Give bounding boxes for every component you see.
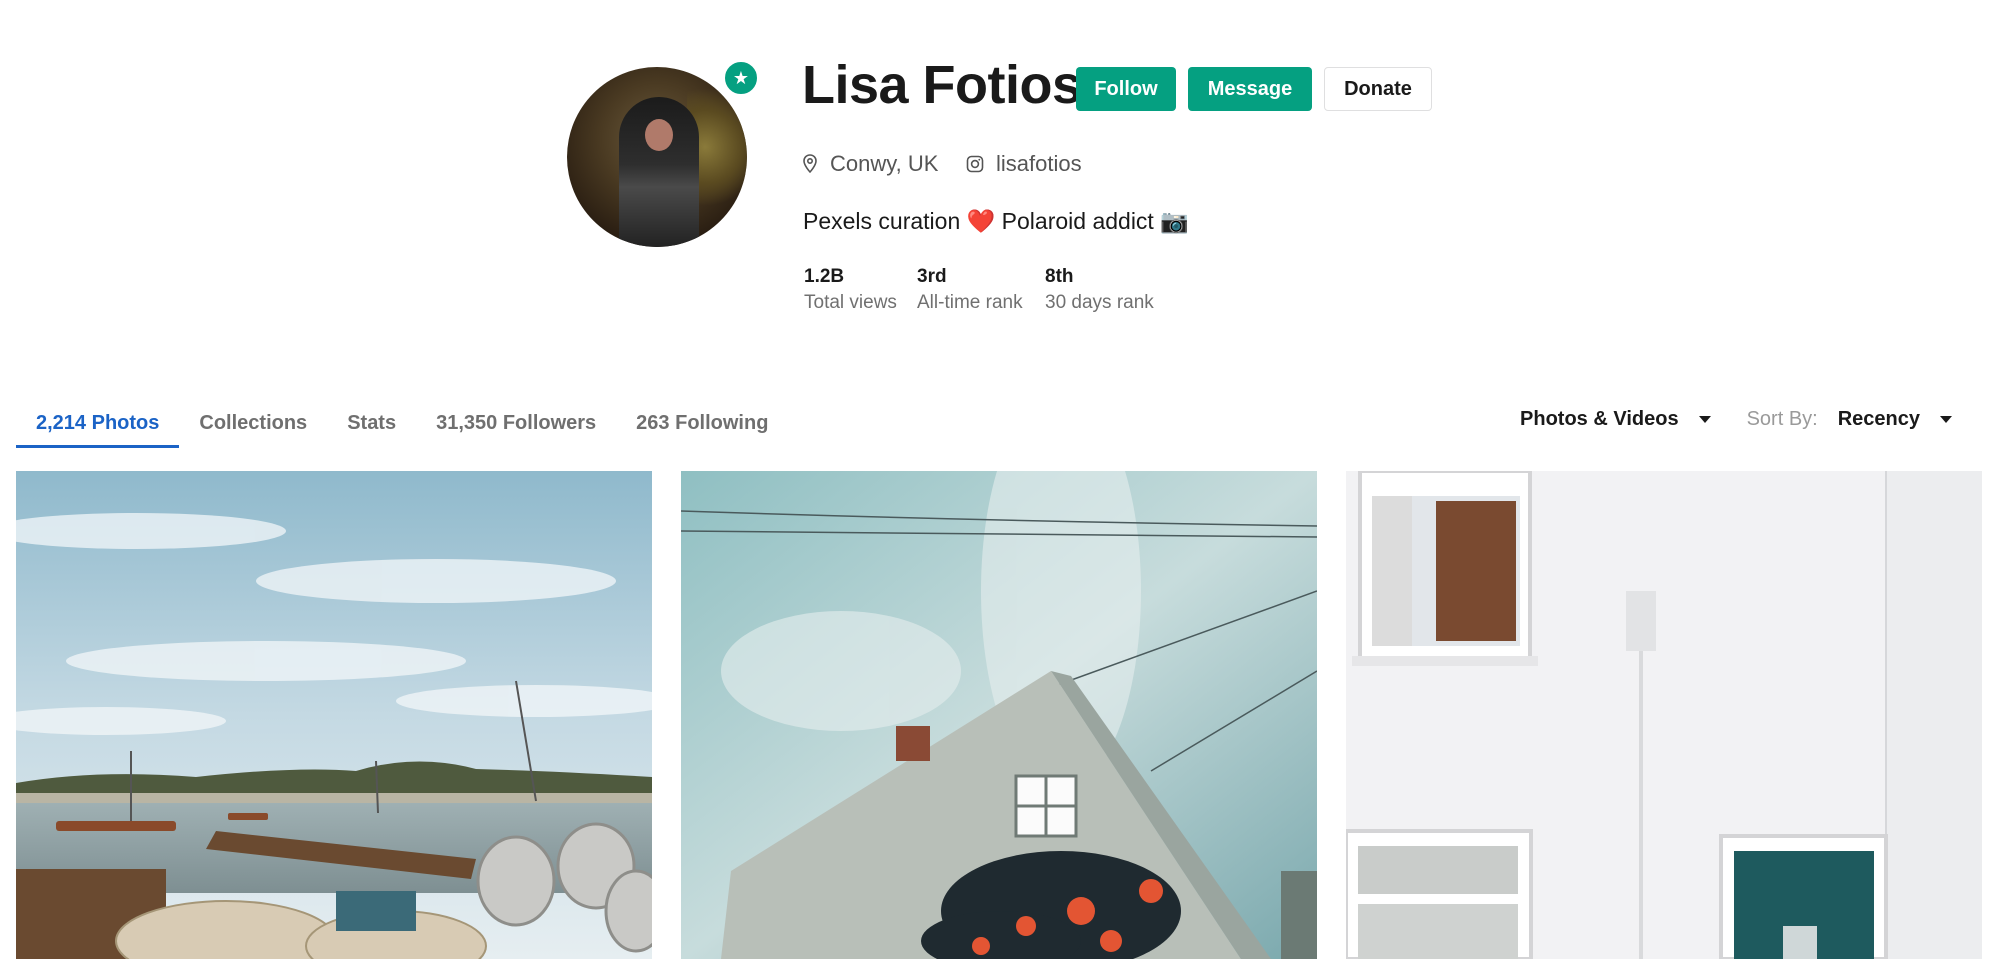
avatar[interactable] bbox=[567, 67, 747, 247]
instagram-link[interactable]: lisafotios bbox=[966, 150, 1082, 178]
sort-dropdown[interactable]: Recency bbox=[1838, 408, 1952, 431]
tab-followers[interactable]: 31,350 Followers bbox=[416, 406, 616, 446]
stat-value: 3rd bbox=[917, 266, 947, 287]
tab-stats[interactable]: Stats bbox=[327, 406, 416, 446]
stat-label: All-time rank bbox=[917, 292, 1023, 313]
instagram-icon bbox=[966, 155, 984, 173]
chevron-down-icon bbox=[1698, 416, 1711, 423]
stat-total-views: 1.2B Total views bbox=[804, 266, 897, 314]
location-text: Conwy, UK bbox=[830, 151, 939, 176]
profile-page: ★ Lisa Fotios Follow Message Donate Conw… bbox=[0, 0, 2000, 959]
bio: Pexels curation ❤️ Polaroid addict 📷 bbox=[803, 208, 1189, 234]
chevron-down-icon bbox=[1940, 416, 1952, 423]
photo-house-flowers[interactable] bbox=[681, 471, 1317, 959]
follow-button[interactable]: Follow bbox=[1076, 67, 1176, 111]
tab-collections[interactable]: Collections bbox=[179, 406, 327, 446]
stat-value: 8th bbox=[1045, 266, 1074, 287]
donate-button[interactable]: Donate bbox=[1324, 67, 1432, 111]
stat-all-time-rank: 3rd All-time rank bbox=[917, 266, 1023, 314]
profile-name: Lisa Fotios bbox=[802, 55, 1082, 115]
sort-value: Recency bbox=[1837, 408, 1920, 430]
sort-label: Sort By: bbox=[1746, 408, 1818, 430]
tab-following[interactable]: 263 Following bbox=[616, 406, 788, 446]
location-pin-icon bbox=[802, 154, 818, 174]
location: Conwy, UK bbox=[802, 150, 938, 178]
profile-tabs: 2,214 Photos Collections Stats 31,350 Fo… bbox=[16, 406, 788, 450]
stat-label: Total views bbox=[804, 292, 897, 313]
tab-photos[interactable]: 2,214 Photos bbox=[16, 406, 180, 448]
stat-30-days-rank: 8th 30 days rank bbox=[1045, 266, 1154, 314]
message-button[interactable]: Message bbox=[1188, 67, 1312, 111]
instagram-handle: lisafotios bbox=[996, 151, 1082, 176]
star-icon: ★ bbox=[722, 59, 760, 97]
media-type-value: Photos & Videos bbox=[1520, 408, 1679, 430]
stat-label: 30 days rank bbox=[1045, 292, 1154, 313]
filters-bar: Photos & Videos Sort By: Recency bbox=[1520, 408, 1952, 431]
photo-harbour[interactable] bbox=[16, 471, 652, 959]
media-type-dropdown[interactable]: Photos & Videos bbox=[1520, 408, 1711, 431]
stat-value: 1.2B bbox=[804, 266, 845, 287]
avatar-container: ★ bbox=[567, 59, 760, 247]
photo-white-wall[interactable] bbox=[1346, 471, 1982, 959]
